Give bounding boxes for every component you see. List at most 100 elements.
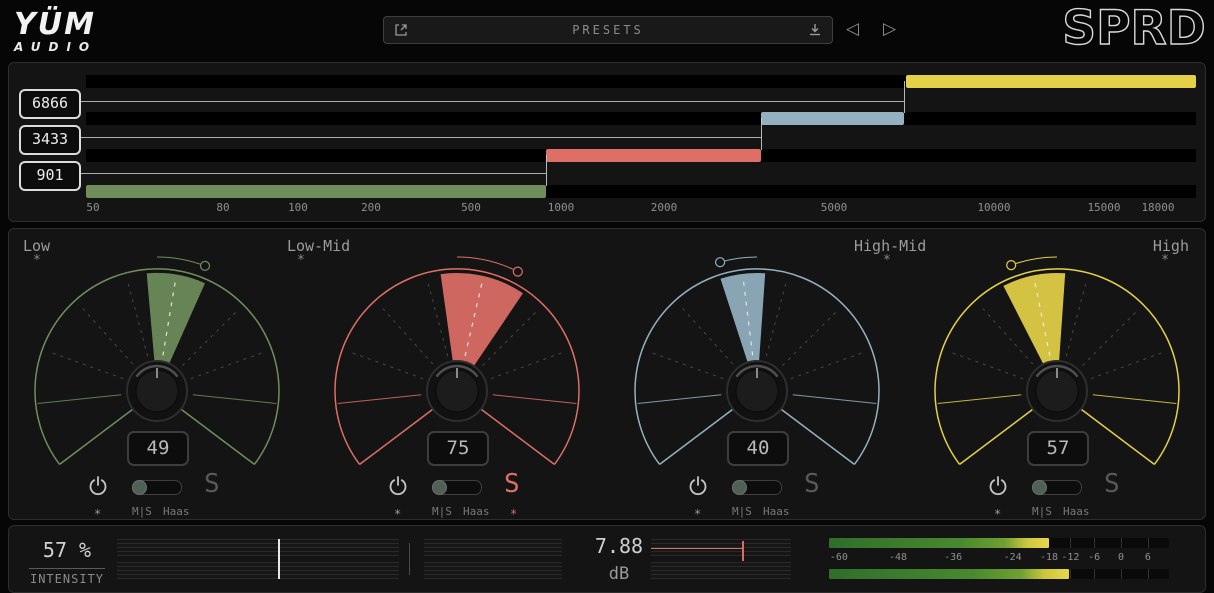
footer-panel: 57 % INTENSITY 7.88 dB -60 -48 -36 -24 -… [8,525,1206,593]
mod-indicator: * [394,507,401,521]
crossover-split-line[interactable] [904,81,905,113]
gauge-low: 49 S M|S Haas * * [7,249,307,517]
crossover-value-high[interactable]: 6866 [19,89,81,119]
ms-haas-toggle[interactable] [732,480,782,495]
scale-label: -48 [889,552,907,563]
solo-button[interactable]: S [204,469,220,499]
power-button[interactable] [687,475,709,497]
slider-texture [424,539,562,556]
meter-tick [1070,538,1071,548]
intensity-slider-handle[interactable] [278,539,280,579]
intensity-slider[interactable] [117,539,399,579]
scale-label: 0 [1118,552,1124,563]
scale-label: -60 [830,552,848,563]
slider-texture [424,562,562,579]
crossover-value-low[interactable]: 901 [19,161,81,191]
gauge-high-mid: 40 S M|S Haas * * [607,249,907,517]
crossover-line [75,173,546,174]
crossover-split-line[interactable] [546,155,547,186]
secondary-slider[interactable] [424,539,562,579]
next-preset-button[interactable]: ▷ [883,19,896,39]
gain-slider-handle[interactable] [742,541,744,561]
mod-indicator: * [694,507,701,521]
axis-tick-label: 2000 [651,201,678,214]
axis-tick-label: 200 [361,201,381,214]
sprd-logo-text: SPRD [1062,1,1206,56]
meter-fill [829,569,1069,579]
meter-right-channel [829,569,1169,579]
gain-slider[interactable] [651,539,791,579]
scale-label: -12 [1061,552,1079,563]
axis-tick-label: 50 [86,201,99,214]
solo-indicator: * [510,507,517,521]
mod-indicator: * [994,507,1001,521]
prev-preset-button[interactable]: ◁ [846,19,859,39]
slider-texture [117,539,399,556]
axis-tick-label: 5000 [821,201,848,214]
presets-dropdown[interactable]: PRESETS [383,16,833,44]
band-segment-low[interactable] [86,185,546,198]
meter-tick [1148,569,1149,579]
spread-value-box[interactable]: 75 [427,431,489,466]
meter-tick [1121,569,1122,579]
gauge-low-mid: 75 S M|S Haas * * [307,249,607,517]
power-button[interactable] [387,475,409,497]
toggle-handle[interactable] [432,480,447,495]
ms-haas-toggle[interactable] [1032,480,1082,495]
power-button[interactable] [87,475,109,497]
axis-tick-label: 100 [288,201,308,214]
sprd-logo: SPRD [1056,0,1206,58]
power-button[interactable] [987,475,1009,497]
meter-left-channel [829,538,1169,548]
axis-tick-label: 1000 [548,201,575,214]
crossover-value-mid[interactable]: 3433 [19,125,81,155]
axis-tick-label: 18000 [1141,201,1174,214]
export-preset-icon[interactable] [393,22,409,38]
intensity-value[interactable]: 57 % [29,538,105,562]
slider-texture [117,562,399,579]
toggle-handle[interactable] [1032,480,1047,495]
band-segment-low-mid[interactable] [546,149,761,162]
crossover-line [75,101,904,102]
band-segment-high[interactable] [906,75,1196,88]
crossover-split-line[interactable] [761,118,762,150]
scale-label: -24 [1004,552,1022,563]
solo-button[interactable]: S [504,469,520,499]
toggle-handle[interactable] [132,480,147,495]
spread-value-box[interactable]: 49 [127,431,189,466]
intensity-label: INTENSITY [29,568,105,586]
solo-button[interactable]: S [804,469,820,499]
spread-value-box[interactable]: 57 [1027,431,1089,466]
band-segment-high-mid[interactable] [761,112,904,125]
meter-tick [1148,538,1149,548]
save-preset-icon[interactable] [807,22,823,38]
spread-gauges-panel: Low Low-Mid High-Mid High * * * * 49 S M… [8,228,1206,520]
presets-label[interactable]: PRESETS [418,23,798,37]
toggle-handle[interactable] [732,480,747,495]
meter-scale: -60 -48 -36 -24 -18 -12 -6 0 6 [829,552,1169,564]
solo-button[interactable]: S [1104,469,1120,499]
band-bar-row [86,75,1196,88]
spread-value-box[interactable]: 40 [727,431,789,466]
band-bar-row [86,149,1196,162]
axis-tick-label: 80 [216,201,229,214]
ms-haas-toggle[interactable] [132,480,182,495]
meter-tick [1094,569,1095,579]
scale-label: -18 [1040,552,1058,563]
meter-tick [1070,569,1071,579]
axis-tick-label: 10000 [977,201,1010,214]
scale-label: -36 [944,552,962,563]
top-bar: YÜM AUDIO PRESETS ◁ ▷ SPRD [0,0,1214,60]
ms-label: M|S [132,505,152,518]
mod-indicator: * [94,507,101,521]
meter-fill [829,538,1049,548]
axis-tick-label: 500 [461,201,481,214]
band-bar-row [86,112,1196,125]
haas-label: Haas [763,505,790,518]
slider-divider [409,543,410,575]
ms-label: M|S [432,505,452,518]
scale-label: 6 [1145,552,1151,563]
meter-tick [1121,538,1122,548]
ms-label: M|S [1032,505,1052,518]
ms-haas-toggle[interactable] [432,480,482,495]
